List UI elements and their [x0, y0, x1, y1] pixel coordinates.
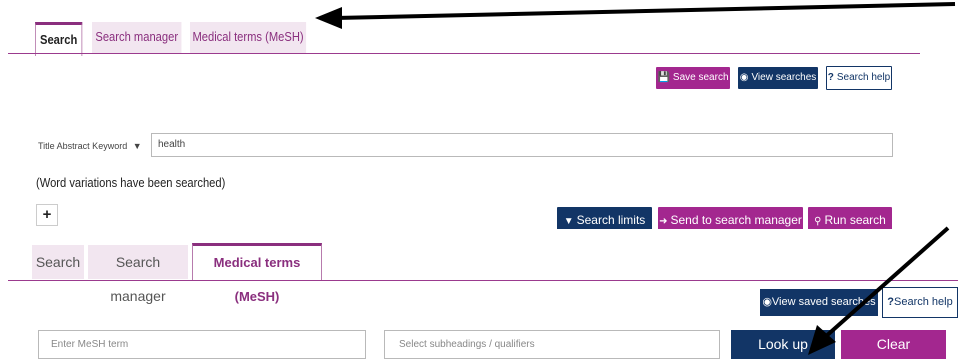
save-icon: 💾 — [657, 72, 670, 83]
word-variations-note: (Word variations have been searched) — [36, 175, 226, 190]
search-input[interactable]: health — [151, 133, 893, 157]
search-help-button[interactable]: ? Search help — [826, 66, 892, 90]
annotation-arrow-bottom — [808, 226, 950, 355]
tab-search-manager[interactable]: Search manager — [92, 22, 182, 54]
view-searches-button[interactable]: ◉ View searches — [738, 67, 818, 89]
send-to-search-manager-button[interactable]: ➜ Send to search manager — [658, 207, 803, 229]
field-select[interactable]: Title Abstract Keyword ▼ — [38, 135, 146, 157]
chevron-down-icon: ▼ — [132, 141, 142, 151]
annotation-arrow-top — [315, 2, 956, 29]
tab-medical-terms-mesh-2[interactable]: Medical terms (MeSH) — [192, 243, 322, 304]
tab-medical-terms-mesh[interactable]: Medical terms (MeSH) — [190, 22, 307, 54]
save-search-button[interactable]: 💾 Save search — [656, 67, 730, 89]
tab-search-2[interactable]: Search — [32, 245, 84, 279]
arrow-right-icon: ➜ — [659, 216, 668, 227]
subheadings-select[interactable]: Select subheadings / qualifiers — [384, 330, 720, 359]
eye-icon: ◉ — [762, 296, 772, 308]
tab-divider — [8, 53, 920, 54]
tab-search[interactable]: Search — [35, 22, 83, 56]
tab-search-manager-2[interactable]: Search manager — [88, 245, 188, 304]
search-limits-button[interactable]: ▼ Search limits — [557, 207, 652, 229]
eye-icon: ◉ — [739, 72, 749, 83]
filter-icon: ▼ — [563, 216, 574, 227]
help-icon: ? — [827, 72, 834, 83]
mesh-term-input[interactable]: Enter MeSH term — [38, 330, 366, 359]
